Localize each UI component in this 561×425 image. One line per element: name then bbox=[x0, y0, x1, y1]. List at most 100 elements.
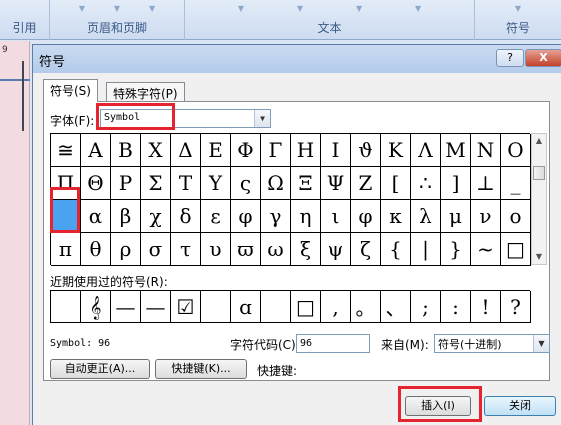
recent-symbol-cell[interactable]: 、 bbox=[381, 291, 411, 323]
symbol-cell[interactable]: ρ bbox=[111, 233, 141, 266]
symbol-cell[interactable]: ≅ bbox=[51, 134, 81, 167]
symbol-cell[interactable]: Σ bbox=[141, 167, 171, 200]
recent-symbol-cell[interactable]: ɑ bbox=[231, 291, 261, 323]
symbol-cell[interactable]: ε bbox=[201, 200, 231, 233]
font-select[interactable]: Symbol ▼ bbox=[100, 109, 271, 128]
shortcut-key-button[interactable]: 快捷键(K)... bbox=[155, 359, 247, 379]
scroll-down-icon[interactable]: ▼ bbox=[532, 250, 546, 264]
symbol-cell[interactable]: φ bbox=[351, 200, 381, 233]
symbol-cell[interactable]: κ bbox=[381, 200, 411, 233]
close-button[interactable]: 关闭 bbox=[484, 396, 556, 416]
recent-symbol-cell[interactable]: ! bbox=[471, 291, 501, 323]
symbol-cell[interactable]: σ bbox=[141, 233, 171, 266]
symbol-grid-scrollbar[interactable]: ▲ ▼ bbox=[531, 133, 547, 265]
symbol-cell[interactable]: B bbox=[111, 134, 141, 167]
symbol-cell[interactable]: ] bbox=[441, 167, 471, 200]
symbol-cell[interactable]: π bbox=[51, 233, 81, 266]
char-code-field[interactable]: 96 bbox=[296, 334, 370, 353]
recent-symbol-cell[interactable] bbox=[51, 291, 81, 323]
symbol-cell[interactable]: ⊥ bbox=[471, 167, 501, 200]
recent-symbol-cell[interactable]: — bbox=[141, 291, 171, 323]
symbol-cell[interactable]: ∴ bbox=[411, 167, 441, 200]
recent-symbol-cell[interactable]: ? bbox=[501, 291, 531, 323]
recent-symbol-cell[interactable]: : bbox=[441, 291, 471, 323]
symbol-cell[interactable]: ψ bbox=[321, 233, 351, 266]
from-select[interactable]: 符号(十进制) ▼ bbox=[434, 334, 550, 353]
symbol-cell[interactable]: ι bbox=[321, 200, 351, 233]
insert-button[interactable]: 插入(I) bbox=[405, 396, 471, 416]
symbol-cell[interactable]: } bbox=[441, 233, 471, 266]
symbol-cell[interactable]: τ bbox=[171, 233, 201, 266]
symbol-cell[interactable]: Ι bbox=[321, 134, 351, 167]
symbol-cell[interactable]: Δ bbox=[171, 134, 201, 167]
recent-symbol-cell[interactable]: 。 bbox=[351, 291, 381, 323]
symbol-cell[interactable]: γ bbox=[261, 200, 291, 233]
symbol-cell[interactable]: α bbox=[81, 200, 111, 233]
recent-symbol-cell[interactable]: □ bbox=[291, 291, 321, 323]
symbol-cell[interactable]: ς bbox=[231, 167, 261, 200]
ribbon-group-references[interactable]: 引用 bbox=[0, 0, 50, 40]
symbol-cell[interactable]: □ bbox=[501, 233, 531, 266]
symbol-cell[interactable]: _ bbox=[501, 167, 531, 200]
symbol-cell[interactable]: ϖ bbox=[231, 233, 261, 266]
symbol-cell[interactable]: Ο bbox=[501, 134, 531, 167]
symbol-cell[interactable]: [ bbox=[381, 167, 411, 200]
ribbon-group-symbols[interactable]: ▼ 符号 bbox=[475, 0, 561, 40]
symbol-cell[interactable]: { bbox=[381, 233, 411, 266]
symbol-cell[interactable]: Τ bbox=[171, 167, 201, 200]
recent-symbol-cell[interactable]: 𝄞 bbox=[81, 291, 111, 323]
symbol-cell[interactable]: φ bbox=[231, 200, 261, 233]
symbol-cell-selected[interactable] bbox=[51, 200, 81, 233]
symbol-cell[interactable]: Ξ bbox=[291, 167, 321, 200]
symbol-cell[interactable]: Λ bbox=[411, 134, 441, 167]
symbol-cell[interactable]: ζ bbox=[351, 233, 381, 266]
symbol-cell[interactable]: ω bbox=[261, 233, 291, 266]
scrollbar-thumb[interactable] bbox=[533, 166, 545, 180]
symbol-cell[interactable]: Θ bbox=[81, 167, 111, 200]
symbol-cell[interactable]: ν bbox=[471, 200, 501, 233]
chevron-down-icon[interactable]: ▼ bbox=[533, 335, 549, 352]
symbol-cell[interactable]: Γ bbox=[261, 134, 291, 167]
symbol-cell[interactable]: Φ bbox=[231, 134, 261, 167]
ribbon-group-text[interactable]: ▼ ▼ ▼ ▼ 文本 bbox=[185, 0, 475, 40]
recent-symbol-cell[interactable]: ; bbox=[411, 291, 441, 323]
symbol-cell[interactable]: υ bbox=[201, 233, 231, 266]
help-button[interactable]: ? bbox=[496, 49, 524, 67]
symbol-cell[interactable]: Υ bbox=[201, 167, 231, 200]
symbol-cell[interactable]: Ω bbox=[261, 167, 291, 200]
symbol-cell[interactable]: η bbox=[291, 200, 321, 233]
symbol-cell[interactable]: Ν bbox=[471, 134, 501, 167]
symbol-cell[interactable]: A bbox=[81, 134, 111, 167]
symbol-cell[interactable]: Ε bbox=[201, 134, 231, 167]
ribbon-group-header-footer[interactable]: ▼ ▼ ▼ 页眉和页脚 bbox=[50, 0, 185, 40]
symbol-cell[interactable]: Μ bbox=[441, 134, 471, 167]
recent-symbol-cell[interactable] bbox=[261, 291, 291, 323]
close-icon[interactable]: X bbox=[525, 49, 561, 67]
symbol-cell[interactable]: β bbox=[111, 200, 141, 233]
recent-symbol-cell[interactable]: — bbox=[111, 291, 141, 323]
recent-symbol-cell[interactable] bbox=[201, 291, 231, 323]
autocorrect-button[interactable]: 自动更正(A)... bbox=[50, 359, 150, 379]
symbol-cell[interactable]: ξ bbox=[291, 233, 321, 266]
symbol-cell[interactable]: ο bbox=[501, 200, 531, 233]
symbol-cell[interactable]: Η bbox=[291, 134, 321, 167]
symbol-cell[interactable]: Ρ bbox=[111, 167, 141, 200]
symbol-cell[interactable]: δ bbox=[171, 200, 201, 233]
recent-symbol-cell[interactable]: ☑ bbox=[171, 291, 201, 323]
recent-symbol-cell[interactable]: , bbox=[321, 291, 351, 323]
tab-special-characters[interactable]: 特殊字符(P) bbox=[106, 82, 185, 101]
symbol-cell[interactable]: Ψ bbox=[321, 167, 351, 200]
symbol-cell[interactable]: Π bbox=[51, 167, 81, 200]
symbol-cell[interactable]: Κ bbox=[381, 134, 411, 167]
symbol-cell[interactable]: λ bbox=[411, 200, 441, 233]
symbol-cell[interactable]: ~ bbox=[471, 233, 501, 266]
chevron-down-icon[interactable]: ▼ bbox=[254, 110, 270, 127]
symbol-cell[interactable]: ϑ bbox=[351, 134, 381, 167]
symbol-cell[interactable]: θ bbox=[81, 233, 111, 266]
tab-symbols[interactable]: 符号(S) bbox=[43, 79, 98, 102]
symbol-cell[interactable]: Χ bbox=[141, 134, 171, 167]
symbol-cell[interactable]: | bbox=[411, 233, 441, 266]
symbol-cell[interactable]: χ bbox=[141, 200, 171, 233]
symbol-cell[interactable]: Ζ bbox=[351, 167, 381, 200]
symbol-cell[interactable]: μ bbox=[441, 200, 471, 233]
